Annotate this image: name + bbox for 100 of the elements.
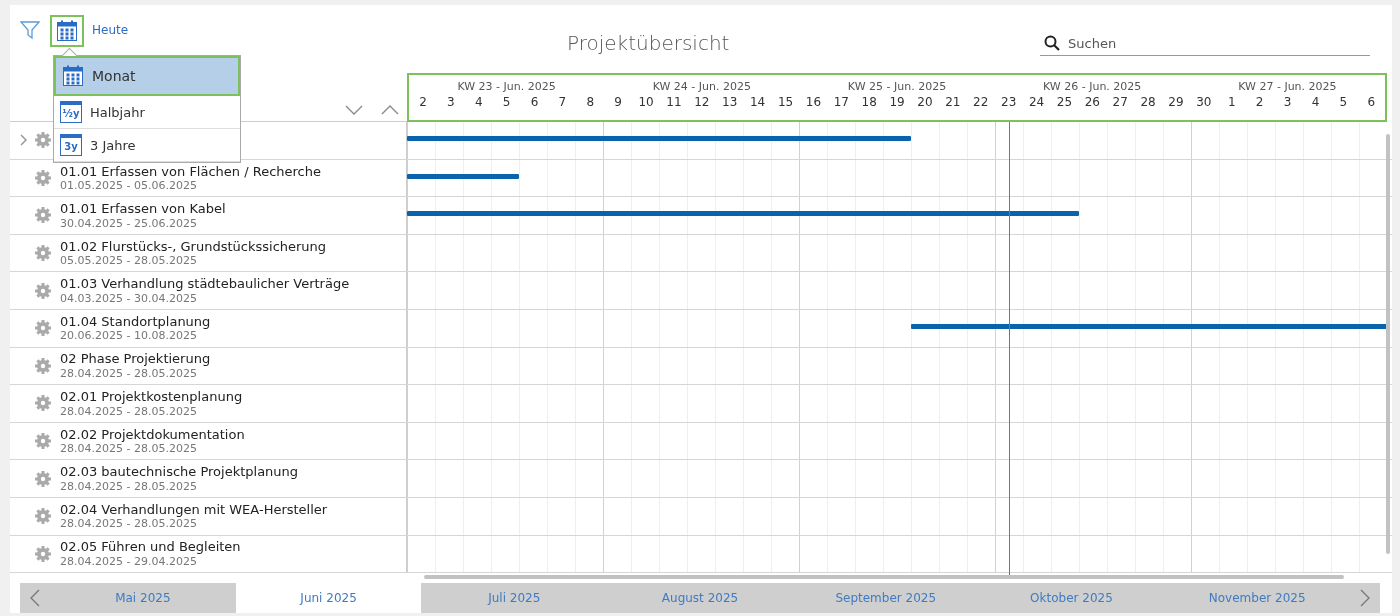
calendar-icon: 3y — [60, 134, 82, 156]
calendar-icon — [62, 65, 84, 87]
gear-icon[interactable] — [34, 394, 52, 413]
month-tab[interactable]: Juni 2025 — [235, 583, 422, 613]
task-bar[interactable] — [407, 211, 1080, 217]
day-label: 4 — [1310, 95, 1321, 109]
day-label: 3 — [1282, 95, 1293, 109]
task-dates: 28.04.2025 - 28.05.2025 — [60, 404, 198, 418]
gear-icon[interactable] — [34, 319, 52, 338]
week-label: KW 24 - Jun. 2025 — [651, 79, 752, 95]
task-title: 02.03 bautechnische Projektplanung — [60, 464, 299, 480]
day-label: 2 — [418, 95, 428, 109]
menu-item[interactable]: Monat — [54, 56, 240, 96]
day-label: 10 — [637, 95, 655, 109]
gear-icon[interactable] — [34, 507, 52, 526]
task-dates: 28.04.2025 - 28.05.2025 — [60, 479, 198, 494]
month-tab[interactable]: Mai 2025 — [50, 583, 236, 613]
calendar-icon — [56, 20, 78, 42]
task-dates: 28.04.2025 - 28.05.2025 — [60, 517, 198, 531]
chevron-right-icon — [1360, 589, 1371, 607]
day-label: 8 — [585, 95, 596, 109]
day-label: 17 — [832, 95, 850, 109]
gear-icon[interactable] — [34, 356, 52, 375]
task-dates: 04.03.2025 - 30.04.2025 — [60, 291, 198, 306]
task-title: 02.05 Führen und Begleiten — [60, 539, 241, 556]
day-label: 27 — [1111, 95, 1129, 109]
gear-icon[interactable] — [34, 469, 52, 488]
gear-icon[interactable] — [34, 244, 52, 263]
task-title: 01.01 Erfassen von Kabel — [60, 201, 226, 217]
task-dates: 01.05.2025 - 05.06.2025 — [60, 179, 198, 193]
search-field[interactable]: Suchen — [1040, 31, 1370, 56]
gear-icon[interactable] — [34, 168, 52, 187]
month-tab[interactable]: Oktober 2025 — [978, 583, 1165, 613]
task-title: 02 Phase Projektierung — [60, 351, 211, 368]
day-label: 4 — [473, 95, 484, 109]
day-label: 15 — [776, 95, 795, 109]
search-icon — [1044, 35, 1060, 51]
day-label: 5 — [501, 95, 512, 109]
chevron-up-icon[interactable] — [381, 105, 399, 115]
week-label: KW 23 - Jun. 2025 — [456, 79, 557, 95]
task-title: 01.02 Flurstücks-, Grundstückssicherung — [60, 238, 327, 255]
week-label: KW 27 - Jun. 2025 — [1237, 79, 1338, 95]
day-label: 18 — [860, 95, 878, 109]
task-dates: 20.06.2025 - 10.08.2025 — [60, 329, 198, 343]
task-dates: 28.04.2025 - 28.05.2025 — [60, 442, 198, 456]
day-label: 14 — [749, 95, 767, 109]
day-label: 7 — [557, 95, 568, 109]
task-title: 01.04 Standortplanung — [60, 313, 211, 330]
menu-item[interactable]: ½y Halbjahr — [54, 96, 240, 129]
menu-item[interactable]: 3y 3 Jahre — [54, 129, 240, 162]
month-tab[interactable]: September 2025 — [792, 583, 979, 613]
day-label: 19 — [888, 95, 906, 109]
day-label: 3 — [446, 95, 456, 109]
day-label: 22 — [972, 95, 990, 109]
gear-icon[interactable] — [34, 544, 52, 563]
task-dates: 28.04.2025 - 28.05.2025 — [60, 367, 198, 381]
day-label: 23 — [1000, 95, 1018, 109]
task-dates: 28.04.2025 - 29.04.2025 — [60, 555, 198, 569]
task-title: 02.01 Projektkostenplanung — [60, 389, 243, 405]
chevron-left-icon — [30, 589, 40, 607]
calendar-view-button[interactable] — [50, 15, 84, 47]
calendar-icon: ½y — [60, 101, 82, 123]
day-label: 6 — [529, 95, 540, 109]
day-label: 30 — [1195, 95, 1213, 109]
today-link[interactable]: Heute — [92, 23, 129, 37]
month-tab[interactable]: Juli 2025 — [421, 583, 608, 613]
task-title: 02.04 Verhandlungen mit WEA-Hersteller — [60, 501, 328, 518]
day-label: 21 — [944, 95, 962, 109]
day-label: 20 — [916, 95, 934, 109]
day-label: 29 — [1167, 95, 1185, 109]
gear-icon[interactable] — [34, 206, 52, 225]
day-label: 26 — [1083, 95, 1101, 109]
task-bar[interactable] — [910, 323, 1387, 329]
gear-icon[interactable] — [34, 281, 52, 300]
day-label: 6 — [1366, 95, 1377, 109]
day-label: 28 — [1139, 95, 1157, 109]
day-label: 12 — [693, 95, 711, 109]
week-label: KW 26 - Jun. 2025 — [1042, 79, 1143, 95]
task-bar[interactable] — [407, 173, 519, 179]
day-label: 13 — [721, 95, 739, 109]
month-tab[interactable]: November 2025 — [1164, 583, 1351, 613]
task-title: 01.01 Erfassen von Flächen / Recherche — [60, 163, 321, 180]
filter-icon[interactable] — [20, 20, 40, 40]
task-title: 02.02 Projektdokumentation — [60, 426, 245, 443]
gear-icon[interactable] — [34, 432, 52, 451]
day-label: 5 — [1338, 95, 1349, 109]
day-label: 11 — [665, 95, 683, 109]
chevron-down-icon[interactable] — [345, 105, 363, 115]
task-title: 01.03 Verhandlung städtebaulicher Verträge — [60, 276, 350, 292]
page-title: Projektübersicht — [567, 31, 730, 55]
day-label: 1 — [1226, 95, 1237, 109]
month-tab[interactable]: August 2025 — [607, 583, 793, 613]
day-label: 9 — [613, 95, 623, 109]
day-label: 24 — [1027, 95, 1046, 109]
gear-icon[interactable] — [34, 131, 52, 150]
chevron-right-icon[interactable] — [18, 134, 28, 147]
day-label: 25 — [1055, 95, 1074, 109]
task-dates: 05.05.2025 - 28.05.2025 — [60, 254, 198, 268]
day-label: 16 — [804, 95, 823, 109]
week-label: KW 25 - Jun. 2025 — [846, 79, 948, 95]
